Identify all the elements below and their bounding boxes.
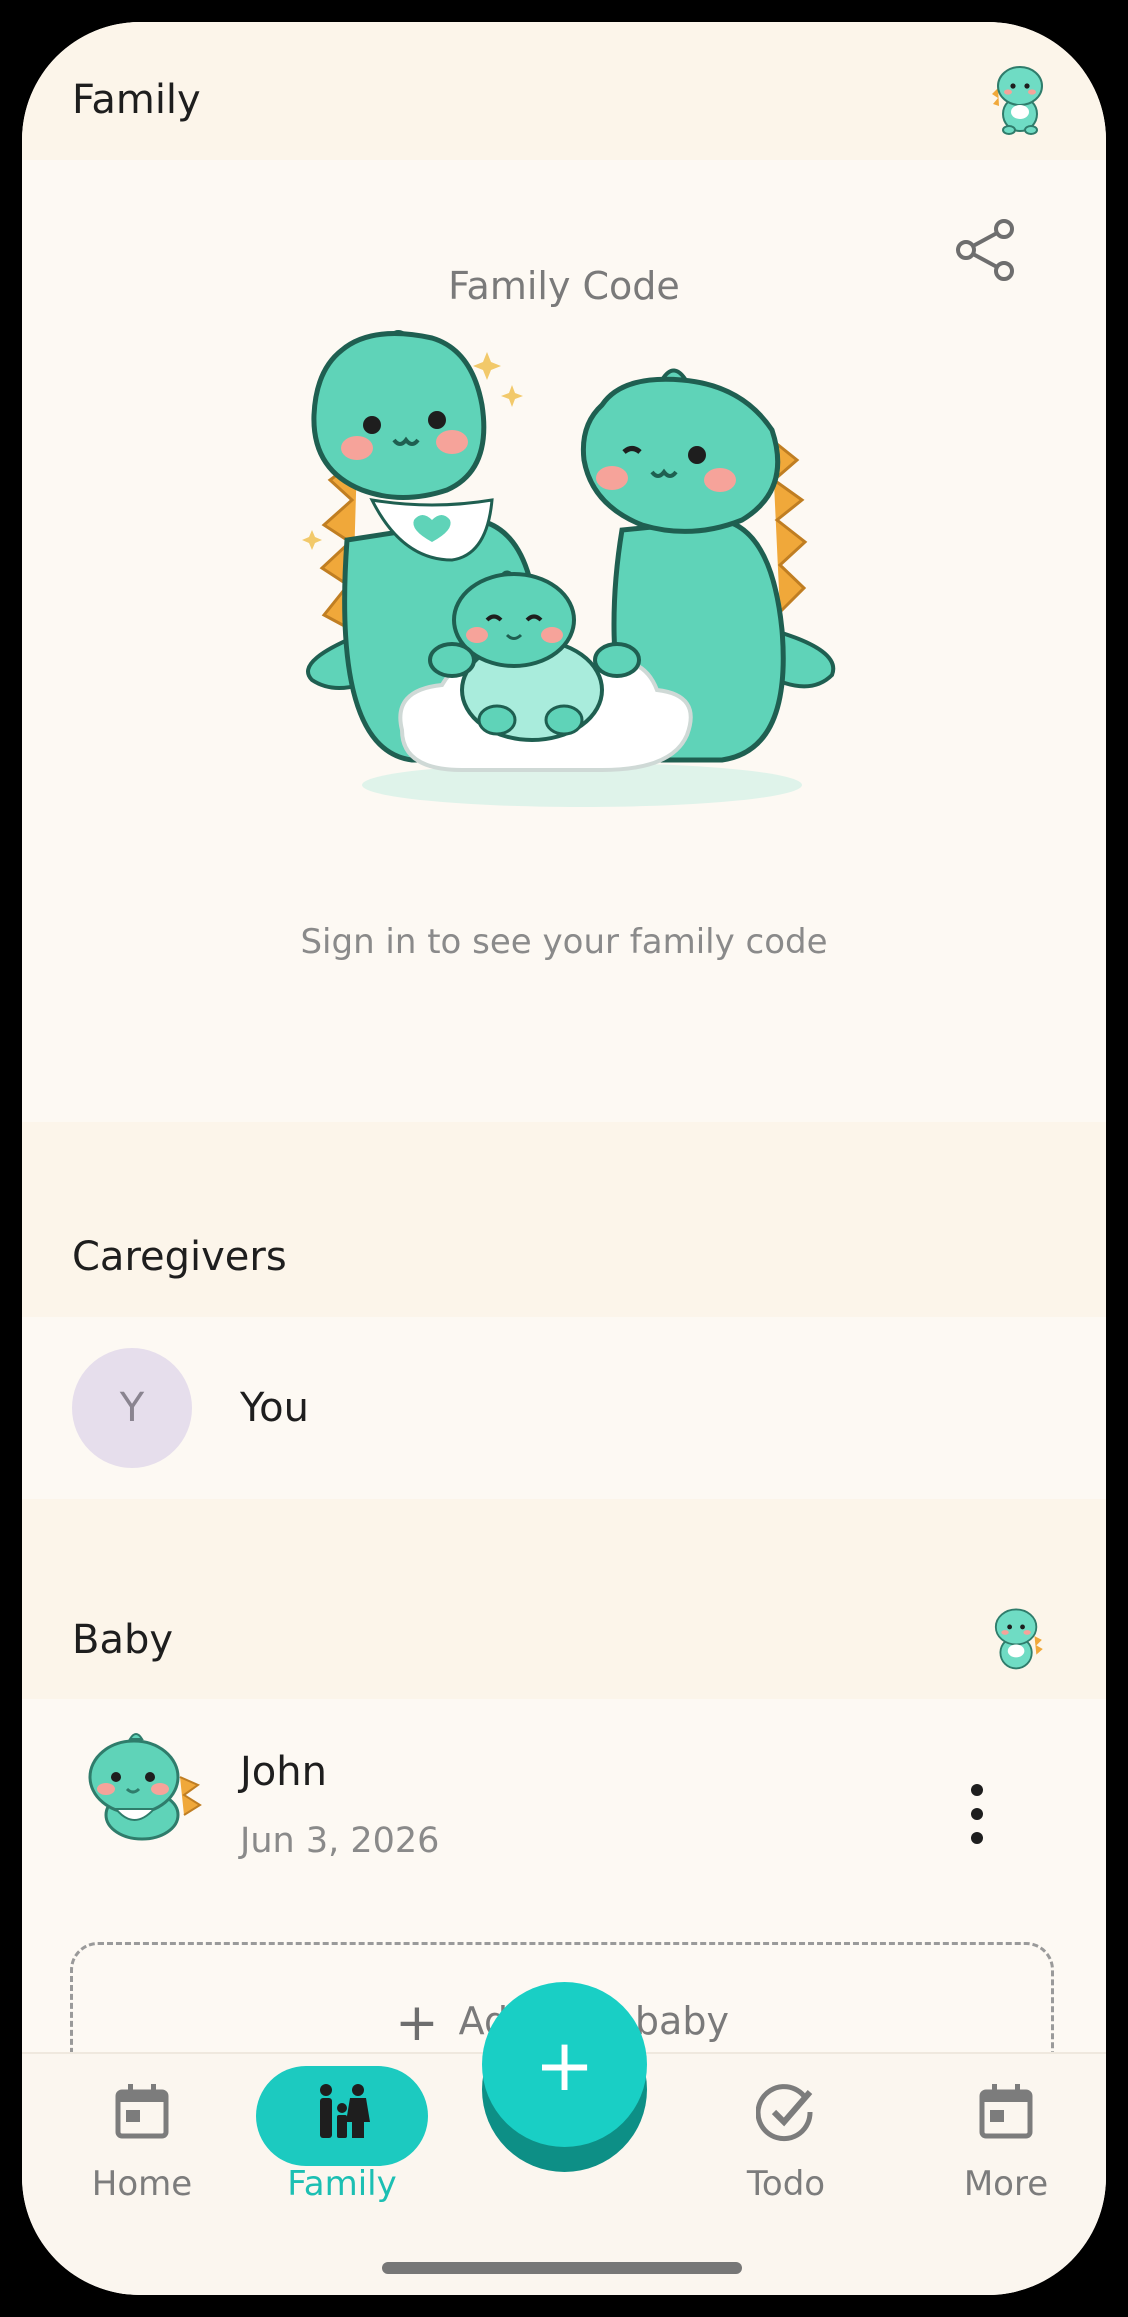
baby-section-header: Baby <box>22 1499 1106 1699</box>
baby-dino-avatar-icon <box>88 1733 202 1841</box>
home-indicator[interactable] <box>382 2262 742 2274</box>
app-screen: Family Family Code Sign in to see your f… <box>22 22 1106 2295</box>
nav-item-family[interactable]: Family <box>242 2054 442 2254</box>
nav-label-family: Family <box>287 2164 397 2204</box>
dino-icon <box>994 1608 1043 1670</box>
calendar-icon <box>115 2084 169 2139</box>
family-code-hint: Sign in to see your family code <box>300 922 828 962</box>
add-fab-button[interactable]: + <box>482 1982 647 2147</box>
family-code-card: Family Code Sign in to see your family c… <box>22 160 1106 1122</box>
caregiver-row[interactable]: Y You <box>22 1317 1106 1499</box>
nav-item-todo[interactable]: Todo <box>686 2054 886 2254</box>
calendar-icon <box>979 2084 1033 2139</box>
nav-item-home[interactable]: Home <box>42 2054 242 2254</box>
nav-label-todo: Todo <box>746 2164 826 2204</box>
nav-label-home: Home <box>91 2164 193 2204</box>
dino-family-illustration <box>302 330 836 807</box>
caregivers-section-header: Caregivers <box>22 1122 1106 1317</box>
more-vertical-icon[interactable] <box>962 1782 992 1846</box>
check-circle-icon <box>756 2084 813 2142</box>
phone-frame: Family Family Code Sign in to see your f… <box>0 0 1128 2317</box>
nav-item-more[interactable]: More <box>906 2054 1106 2254</box>
baby-row[interactable]: John Jun 3, 2026 <box>22 1699 1106 1899</box>
baby-name: John <box>240 1749 327 1795</box>
caregivers-title: Caregivers <box>72 1234 287 1280</box>
baby-title: Baby <box>72 1617 174 1663</box>
baby-birth-date: Jun 3, 2026 <box>240 1821 440 1861</box>
caregiver-avatar: Y <box>72 1348 192 1468</box>
caregiver-name: You <box>240 1385 309 1431</box>
family-code-title: Family Code <box>448 264 680 308</box>
page-title: Family <box>72 77 201 123</box>
nav-label-more: More <box>963 2164 1049 2204</box>
plus-icon: + <box>395 1993 439 2053</box>
family-icon <box>320 2084 370 2138</box>
app-header: Family <box>22 22 1106 160</box>
dino-avatar-icon[interactable] <box>984 60 1054 136</box>
